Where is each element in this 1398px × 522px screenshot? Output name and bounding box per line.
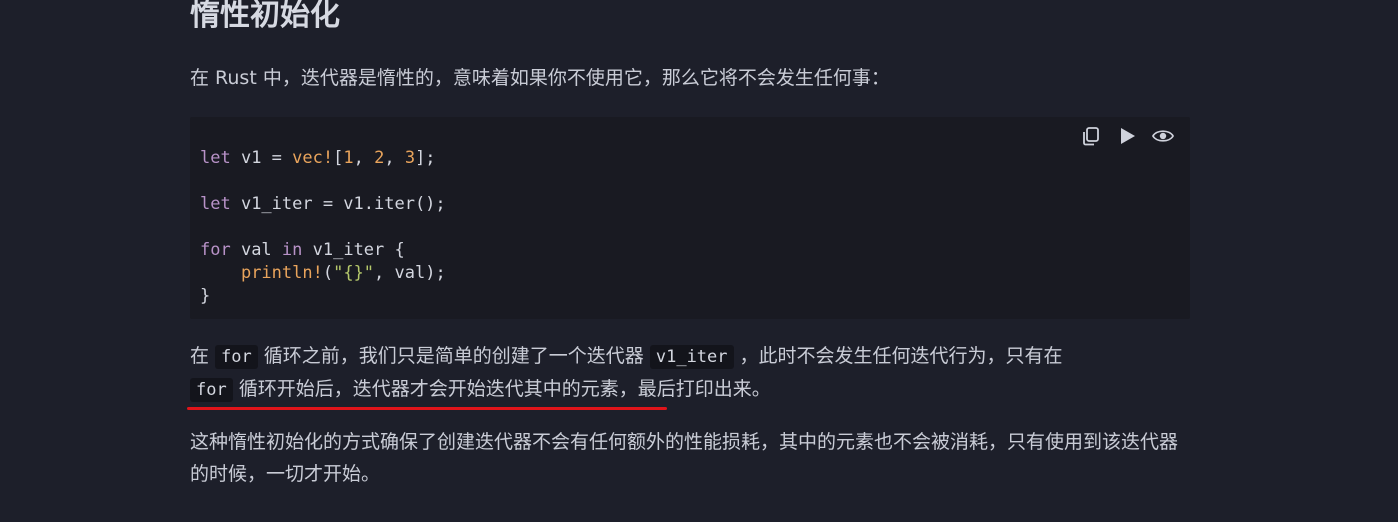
code-token: 3: [404, 148, 416, 168]
code-token: in: [281, 240, 303, 260]
code-token: v1 =: [230, 148, 293, 168]
explanation-paragraph: 在 for 循环之前，我们只是简单的创建了一个迭代器 v1_iter ，此时不会…: [190, 340, 1190, 406]
code-token: ,: [353, 148, 375, 168]
inline-code: v1_iter: [649, 345, 734, 369]
text-segment: ，此时不会发生任何迭代行为，只有在: [733, 345, 1063, 367]
inline-code: for: [215, 345, 258, 369]
play-icon[interactable]: [1116, 125, 1138, 147]
intro-paragraph: 在 Rust 中，迭代器是惰性的，意味着如果你不使用它，那么它将不会发生任何事：: [190, 67, 890, 89]
text-segment: 循环开始后，迭代器才会开始迭代其中的元素，最后打印出来。: [232, 378, 771, 400]
code-token: 1: [343, 148, 354, 168]
code-token: ];: [415, 148, 436, 168]
text-segment: 循环之前，我们只是简单的创建了一个迭代器: [257, 345, 650, 367]
code-token: val: [230, 240, 282, 260]
code-token: for: [200, 240, 231, 260]
code-token: let: [200, 194, 231, 214]
red-underline-annotation: [187, 407, 667, 410]
summary-paragraph: 这种惰性初始化的方式确保了创建迭代器不会有任何额外的性能损耗，其中的元素也不会被…: [190, 431, 1179, 485]
code-listing: let v1 = vec![1, 2, 3]; let v1_iter = v1…: [200, 147, 446, 308]
code-token: ,: [384, 148, 405, 168]
code-token: [: [333, 148, 344, 168]
text-segment: 在: [190, 345, 216, 367]
code-token: , val);: [374, 263, 446, 283]
code-token: v1_iter = v1.iter();: [230, 194, 446, 214]
code-token: println!: [240, 263, 323, 283]
copy-icon[interactable]: [1080, 125, 1102, 147]
code-token: (: [322, 263, 334, 283]
code-toolbar: [1080, 125, 1174, 147]
eye-icon[interactable]: [1152, 125, 1174, 147]
code-token: let: [200, 148, 231, 168]
code-token: 2: [374, 148, 385, 168]
code-block: let v1 = vec![1, 2, 3]; let v1_iter = v1…: [190, 117, 1190, 319]
code-token: vec!: [292, 148, 334, 168]
section-heading: 惰性初始化: [190, 0, 340, 33]
code-token: v1_iter {: [302, 240, 405, 260]
inline-code: for: [190, 378, 233, 402]
code-token: "{}": [333, 263, 375, 283]
code-token: }: [200, 286, 211, 306]
